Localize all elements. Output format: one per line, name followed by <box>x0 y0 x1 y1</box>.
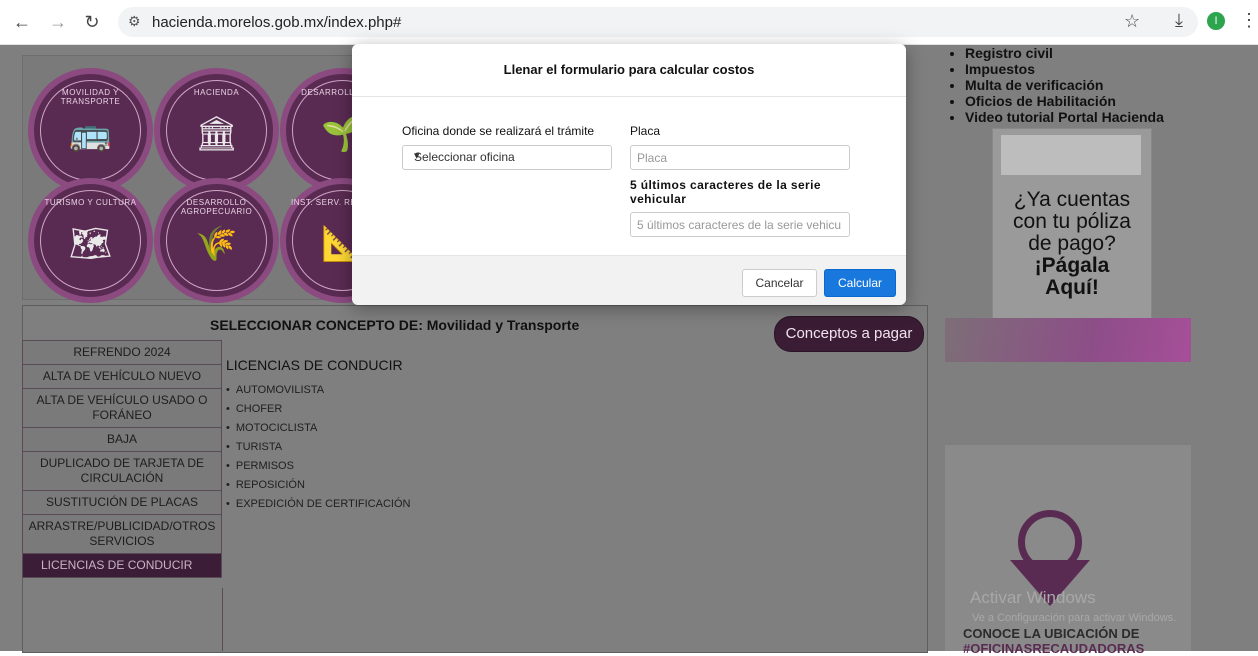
licenses-panel: LICENCIAS DE CONDUCIR AUTOMOVILISTA CHOF… <box>226 357 410 514</box>
category-hacienda[interactable]: HACIENDA 🏛 <box>154 68 279 193</box>
banner-base <box>945 318 1191 362</box>
sidebar-item-sustitucion[interactable]: SUSTITUCIÓN DE PLACAS <box>22 490 222 515</box>
watermark-title: Activar Windows <box>970 588 1096 607</box>
license-automovilista[interactable]: AUTOMOVILISTA <box>226 381 410 400</box>
download-icon[interactable]: ⤓ <box>1175 10 1183 31</box>
map-pin-icon: 🗺 <box>68 225 113 263</box>
link-registro-civil[interactable]: Registro civil <box>965 45 1245 61</box>
ad-line-1: ¿Ya cuentas <box>1013 188 1131 211</box>
oficina-select[interactable]: Seleccionar oficina ▾ <box>402 145 612 170</box>
calcular-costos-modal: Llenar el formulario para calcular costo… <box>352 44 906 305</box>
url-text[interactable]: hacienda.morelos.gob.mx/index.php# <box>152 14 401 31</box>
placa-label: Placa <box>630 124 661 138</box>
placa-placeholder: Placa <box>637 151 668 165</box>
link-oficios-habilitacion[interactable]: Oficios de Habilitación <box>965 93 1245 109</box>
link-multa-verificacion[interactable]: Multa de verificación <box>965 77 1245 93</box>
category-movilidad[interactable]: MOVILIDAD Y TRANSPORTE 🚌 <box>28 68 153 193</box>
sidebar-filler <box>22 588 223 651</box>
serie-label: 5 últimos caracteres de la serie vehicul… <box>630 178 821 206</box>
license-motociclista[interactable]: MOTOCICLISTA <box>226 419 410 438</box>
bank-icon: 🏛 <box>194 115 239 153</box>
sidebar-item-alta-nuevo[interactable]: ALTA DE VEHÍCULO NUEVO <box>22 364 222 389</box>
sidebar-item-licencias[interactable]: LICENCIAS DE CONDUCIR <box>22 553 222 578</box>
licenses-title: LICENCIAS DE CONDUCIR <box>226 357 403 373</box>
concept-title: SELECCIONAR CONCEPTO DE: Movilidad y Tra… <box>210 317 580 333</box>
license-chofer[interactable]: CHOFER <box>226 400 410 419</box>
menu-kebab-icon[interactable]: ⋮ <box>1240 10 1258 31</box>
forward-icon[interactable]: → <box>48 12 68 32</box>
sidebar-item-refrendo[interactable]: REFRENDO 2024 <box>22 340 222 365</box>
link-impuestos[interactable]: Impuestos <box>965 61 1245 77</box>
bus-icon: 🚌 <box>69 115 112 153</box>
ad-line-2: con tu póliza <box>1013 210 1131 233</box>
browser-toolbar: ← → ↻ ⚙ hacienda.morelos.gob.mx/index.ph… <box>0 0 1258 45</box>
site-settings-icon[interactable]: ⚙ <box>128 13 141 30</box>
address-bar[interactable]: ⚙ hacienda.morelos.gob.mx/index.php# <box>118 7 1198 37</box>
concept-sidebar: REFRENDO 2024 ALTA DE VEHÍCULO NUEVO ALT… <box>22 340 222 578</box>
watermark-subtitle: Ve a Configuración para activar Windows. <box>972 612 1177 624</box>
ad-line-3: de pago? <box>1028 232 1116 255</box>
bookmark-star-icon[interactable]: ☆ <box>1124 11 1140 32</box>
back-icon[interactable]: ← <box>12 12 32 32</box>
license-reposicion[interactable]: REPOSICIÓN <box>226 476 410 495</box>
sidebar-item-baja[interactable]: BAJA <box>22 427 222 452</box>
map-card-line-2: #OFICINASRECAUDADORAS <box>963 641 1145 656</box>
placa-input[interactable]: Placa <box>630 145 850 170</box>
modal-title: Llenar el formulario para calcular costo… <box>503 62 755 77</box>
license-permisos[interactable]: PERMISOS <box>226 457 410 476</box>
chevron-down-icon: ▾ <box>414 150 420 162</box>
modal-footer <box>352 255 906 305</box>
map-card-line-1: CONOCE LA UBICACIÓN DE <box>963 626 1140 641</box>
modal-header: Llenar el formulario para calcular costo… <box>352 44 906 97</box>
calcular-button[interactable]: Calcular <box>824 269 896 297</box>
link-video-tutorial[interactable]: Video tutorial Portal Hacienda <box>965 109 1245 125</box>
oficina-label: Oficina donde se realizará el trámite <box>402 124 595 138</box>
serie-input[interactable]: 5 últimos caracteres de la serie vehicu <box>630 212 850 237</box>
poliza-document-image <box>1001 135 1141 175</box>
sidebar-item-arrastre[interactable]: ARRASTRE/PUBLICIDAD/OTROS SERVICIOS <box>22 514 222 554</box>
right-links: Registro civil Impuestos Multa de verifi… <box>945 45 1245 125</box>
sidebar-item-alta-usado[interactable]: ALTA DE VEHÍCULO USADO O FORÁNEO <box>22 388 222 428</box>
license-certificacion[interactable]: EXPEDICIÓN DE CERTIFICACIÓN <box>226 495 411 514</box>
conceptos-a-pagar-button[interactable]: Conceptos a pagar <box>774 316 924 352</box>
category-agropecuario[interactable]: DESARROLLO AGROPECUARIO 🌾 <box>154 178 279 303</box>
farmer-icon: 🌾 <box>195 225 238 263</box>
cancel-button[interactable]: Cancelar <box>742 269 817 297</box>
reload-icon[interactable]: ↻ <box>82 12 102 32</box>
profile-avatar[interactable]: I <box>1207 12 1225 30</box>
ad-line-4: ¡Págala <box>1034 254 1110 277</box>
license-turista[interactable]: TURISTA <box>226 438 410 457</box>
serie-placeholder: 5 últimos caracteres de la serie vehicu <box>637 218 842 232</box>
category-turismo[interactable]: TURISMO Y CULTURA 🗺 <box>28 178 153 303</box>
sidebar-item-duplicado[interactable]: DUPLICADO DE TARJETA DE CIRCULACIÓN <box>22 451 222 491</box>
ad-line-5: Aquí! <box>1045 276 1099 299</box>
poliza-pago-banner[interactable]: ¿Ya cuentas con tu póliza de pago? ¡Pága… <box>992 128 1152 320</box>
